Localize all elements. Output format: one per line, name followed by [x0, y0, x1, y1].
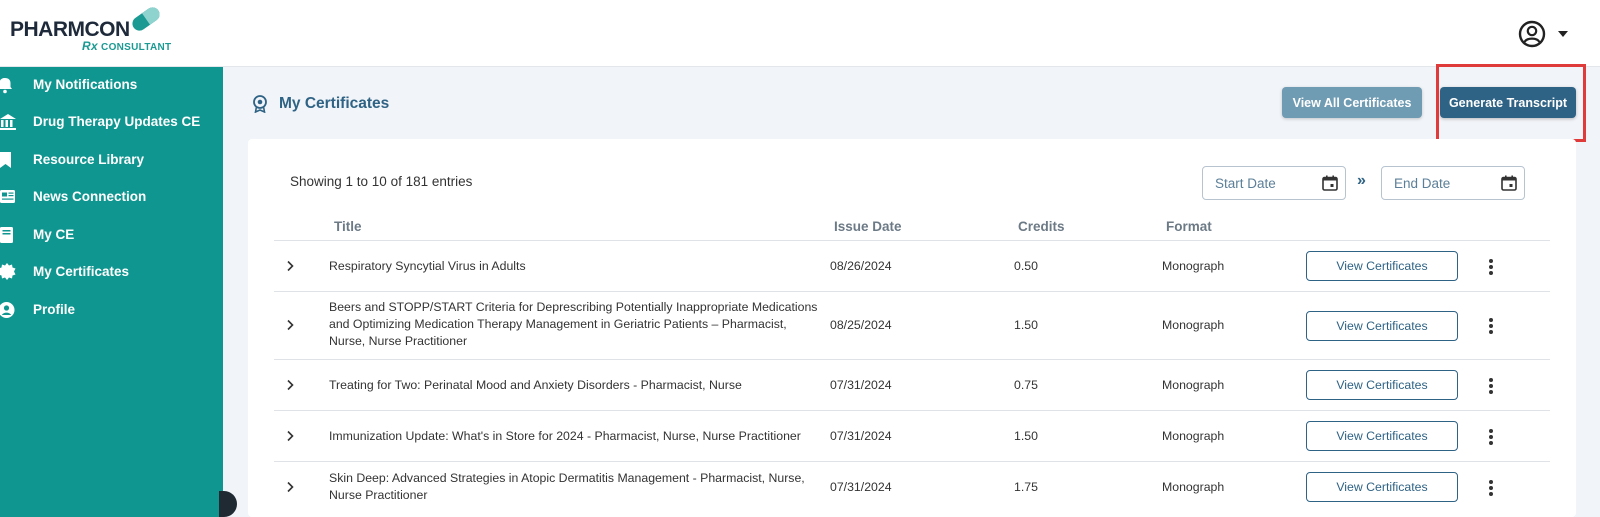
entries-count: Showing 1 to 10 of 181 entries [290, 174, 473, 189]
view-all-certificates-button[interactable]: View All Certificates [1282, 87, 1422, 118]
sidebar-item-label: My Certificates [33, 264, 130, 279]
more-options-icon[interactable] [1488, 480, 1494, 496]
row-title: Beers and STOPP/START Criteria for Depre… [329, 300, 818, 348]
column-header-credits[interactable]: Credits [1018, 219, 1065, 234]
row-credits: 1.75 [1014, 480, 1038, 494]
sidebar: My Notifications Drug Therapy Updates CE… [0, 67, 237, 517]
sidebar-item-resource-library[interactable]: Resource Library [0, 142, 223, 178]
sidebar-item-profile[interactable]: Profile [0, 292, 223, 328]
sidebar-item-label: Resource Library [33, 152, 145, 167]
page-title: My Certificates [279, 95, 390, 112]
user-menu[interactable] [1518, 20, 1568, 48]
view-certificates-button[interactable]: View Certificates [1306, 251, 1458, 281]
more-options-icon[interactable] [1488, 318, 1494, 334]
bank-icon [0, 114, 16, 130]
chevron-right-icon[interactable] [284, 481, 296, 493]
table-row: Respiratory Syncytial Virus in Adults 08… [274, 241, 1550, 292]
sidebar-item-label: Drug Therapy Updates CE [33, 114, 201, 129]
date-range-separator: » [1357, 172, 1366, 189]
bookmark-icon [0, 152, 11, 168]
row-credits: 1.50 [1014, 429, 1038, 443]
table-row: Immunization Update: What's in Store for… [274, 411, 1550, 462]
sidebar-collapse-handle[interactable] [219, 491, 237, 517]
row-issue-date: 08/25/2024 [830, 318, 892, 332]
row-issue-date: 07/31/2024 [830, 480, 892, 494]
column-header-issue-date[interactable]: Issue Date [834, 219, 902, 234]
column-header-title[interactable]: Title [334, 219, 362, 234]
top-header: PHARMCON Rx CONSULTANT [0, 0, 1600, 67]
sidebar-item-drug-therapy-updates[interactable]: Drug Therapy Updates CE [0, 104, 223, 140]
user-circle-icon [1518, 20, 1546, 48]
column-header-format[interactable]: Format [1166, 219, 1212, 234]
award-icon [253, 95, 267, 113]
row-format: Monograph [1162, 259, 1225, 273]
view-certificates-button[interactable]: View Certificates [1306, 421, 1458, 451]
page-title-wrap: My Certificates [251, 92, 389, 116]
more-options-icon[interactable] [1488, 378, 1494, 394]
row-format: Monograph [1162, 318, 1225, 332]
table-row: Skin Deep: Advanced Strategies in Atopic… [274, 462, 1550, 513]
user-circle-icon [0, 302, 15, 318]
chevron-right-icon[interactable] [284, 379, 296, 391]
logo-subtitle: Rx CONSULTANT [82, 39, 172, 53]
sidebar-item-label: Profile [33, 302, 76, 317]
bell-icon [0, 78, 12, 94]
view-certificates-button[interactable]: View Certificates [1306, 311, 1458, 341]
row-format: Monograph [1162, 378, 1225, 392]
row-credits: 0.50 [1014, 259, 1038, 273]
sidebar-item-my-ce[interactable]: My CE [0, 217, 223, 253]
sidebar-item-label: My CE [33, 227, 75, 242]
sidebar-item-news-connection[interactable]: News Connection [0, 179, 223, 215]
sidebar-item-notifications[interactable]: My Notifications [0, 67, 223, 103]
pill-icon [129, 4, 163, 34]
row-credits: 1.50 [1014, 318, 1038, 332]
row-issue-date: 08/26/2024 [830, 259, 892, 273]
chevron-right-icon[interactable] [284, 430, 296, 442]
generate-transcript-button[interactable]: Generate Transcript [1440, 87, 1576, 118]
table-row: Treating for Two: Perinatal Mood and Anx… [274, 360, 1550, 411]
more-options-icon[interactable] [1488, 259, 1494, 275]
row-format: Monograph [1162, 480, 1225, 494]
book-icon [0, 227, 13, 243]
row-issue-date: 07/31/2024 [830, 429, 892, 443]
more-options-icon[interactable] [1488, 429, 1494, 445]
row-title: Respiratory Syncytial Virus in Adults [329, 259, 526, 273]
newspaper-icon [0, 190, 15, 203]
certificates-card: Showing 1 to 10 of 181 entries » Title I… [248, 139, 1576, 517]
caret-down-icon [1558, 31, 1568, 37]
chevron-right-icon[interactable] [284, 260, 296, 272]
sidebar-item-label: My Notifications [33, 77, 138, 92]
certificate-icon [0, 263, 16, 280]
row-title: Skin Deep: Advanced Strategies in Atopic… [329, 471, 805, 502]
view-certificates-button[interactable]: View Certificates [1306, 472, 1458, 502]
row-credits: 0.75 [1014, 378, 1038, 392]
sidebar-item-my-certificates[interactable]: My Certificates [0, 254, 223, 290]
pharmcon-logo[interactable]: PHARMCON Rx CONSULTANT [10, 4, 180, 56]
chevron-right-icon[interactable] [284, 319, 296, 331]
end-date-input[interactable] [1381, 166, 1525, 200]
table-row: Beers and STOPP/START Criteria for Depre… [274, 292, 1550, 360]
sidebar-item-label: News Connection [33, 189, 147, 204]
view-certificates-button[interactable]: View Certificates [1306, 370, 1458, 400]
row-title: Immunization Update: What's in Store for… [329, 429, 801, 443]
row-issue-date: 07/31/2024 [830, 378, 892, 392]
row-title: Treating for Two: Perinatal Mood and Anx… [329, 378, 742, 392]
row-format: Monograph [1162, 429, 1225, 443]
start-date-input[interactable] [1202, 166, 1346, 200]
